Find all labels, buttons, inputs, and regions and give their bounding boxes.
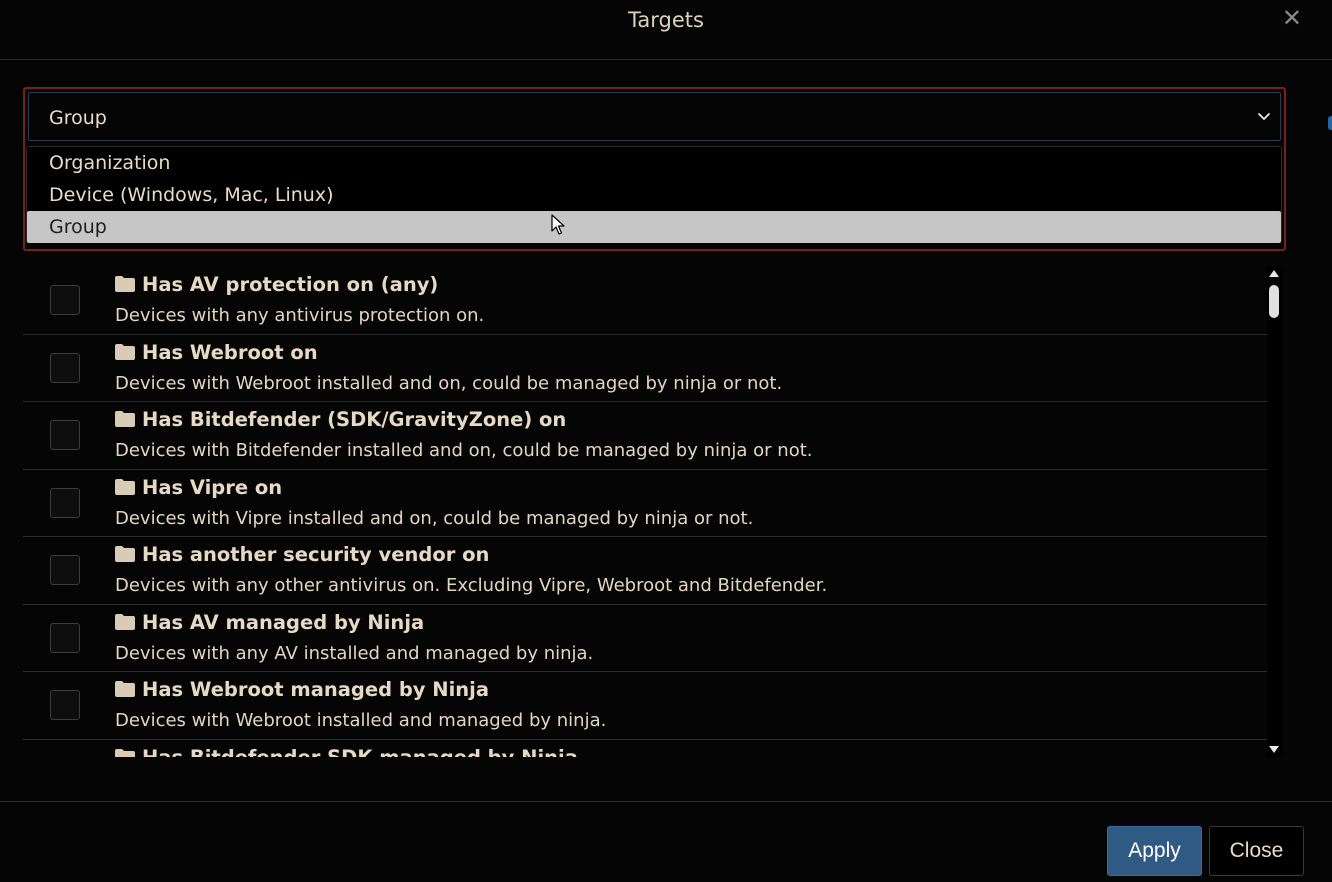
scroll-down-arrow-icon[interactable] [1269, 746, 1279, 753]
scroll-up-arrow-icon[interactable] [1269, 270, 1279, 277]
group-checkbox[interactable] [50, 690, 80, 720]
group-description: Devices with any antivirus protection on… [115, 305, 485, 326]
group-title: Has Webroot on [115, 341, 318, 364]
group-description: Devices with any AV installed and manage… [115, 642, 594, 664]
group-description: Devices with Vipre installed and on, cou… [115, 507, 754, 529]
list-item: Has Bitdefender SDK managed by Ninja [23, 740, 1267, 758]
group-title: Has Vipre on [115, 476, 282, 499]
option-device[interactable]: Device (Windows, Mac, Linux) [27, 179, 1281, 211]
apply-button[interactable]: Apply [1107, 826, 1202, 876]
list-item: Has Bitdefender (SDK/GravityZone) on Dev… [23, 402, 1267, 470]
target-type-select[interactable]: Group [28, 92, 1281, 141]
group-checkbox[interactable] [50, 285, 80, 315]
scrollbar-thumb[interactable] [1269, 285, 1279, 318]
list-item: Has AV managed by Ninja Devices with any… [23, 605, 1267, 672]
group-title-text: Has another security vendor on [142, 543, 490, 566]
group-description: Devices with Webroot installed and manag… [115, 710, 607, 731]
group-title-text: Has AV protection on (any) [142, 273, 439, 296]
target-type-select-container: Group Organization Device (Windows, Mac,… [23, 87, 1286, 251]
group-title: Has Webroot managed by Ninja [115, 678, 489, 701]
folder-icon [115, 343, 135, 360]
list-item: Has another security vendor on Devices w… [23, 537, 1267, 605]
list-scrollbar[interactable] [1267, 267, 1282, 757]
group-checkbox[interactable] [50, 622, 80, 653]
list-item: Has Webroot managed by Ninja Devices wit… [23, 672, 1267, 740]
list-item: Has AV protection on (any) Devices with … [23, 267, 1267, 335]
group-title-text: Has Vipre on [142, 475, 283, 499]
group-description: Devices with any other antivirus on. Exc… [115, 575, 828, 596]
group-title-text: Has Bitdefender (SDK/GravityZone) on [142, 408, 567, 431]
select-value: Group [49, 107, 107, 129]
mouse-cursor-icon [551, 214, 565, 235]
group-checkbox[interactable] [50, 487, 80, 518]
folder-icon [115, 613, 135, 630]
group-title-text: Has AV managed by Ninja [142, 610, 425, 634]
folder-icon [115, 478, 135, 495]
folder-icon [115, 546, 135, 562]
background-indicator [1328, 116, 1332, 130]
target-type-dropdown: Organization Device (Windows, Mac, Linux… [26, 146, 1282, 243]
group-title: Has AV protection on (any) [115, 273, 438, 296]
list-item: Has Vipre on Devices with Vipre installe… [23, 470, 1267, 537]
group-title-text: Has Webroot managed by Ninja [142, 678, 490, 701]
group-description: Devices with Bitdefender installed and o… [115, 440, 813, 461]
group-title: Has Bitdefender SDK managed by Ninja [115, 745, 578, 758]
option-group[interactable]: Group [27, 211, 1281, 243]
folder-icon [115, 681, 135, 697]
group-title: Has AV managed by Ninja [115, 611, 424, 634]
group-description: Devices with Webroot installed and on, c… [115, 372, 783, 394]
modal-title: Targets [628, 8, 704, 32]
folder-icon [115, 748, 135, 757]
group-title-text: Has Bitdefender SDK managed by Ninja [142, 745, 578, 758]
modal-footer: Apply Close [0, 801, 1332, 882]
folder-icon [115, 411, 135, 427]
chevron-down-icon [1258, 113, 1270, 120]
close-button[interactable]: Close [1209, 826, 1304, 876]
group-checkbox[interactable] [50, 420, 80, 450]
group-title: Has another security vendor on [115, 543, 489, 566]
modal-header: Targets ✕ [0, 0, 1332, 60]
group-checkbox[interactable] [50, 555, 80, 585]
close-icon[interactable]: ✕ [1282, 6, 1302, 30]
group-title-text: Has Webroot on [142, 340, 318, 364]
group-title: Has Bitdefender (SDK/GravityZone) on [115, 408, 566, 431]
folder-icon [115, 276, 135, 292]
list-item: Has Webroot on Devices with Webroot inst… [23, 335, 1267, 402]
group-list: Has AV protection on (any) Devices with … [23, 267, 1267, 757]
option-organization[interactable]: Organization [27, 147, 1281, 179]
group-checkbox[interactable] [50, 352, 80, 383]
